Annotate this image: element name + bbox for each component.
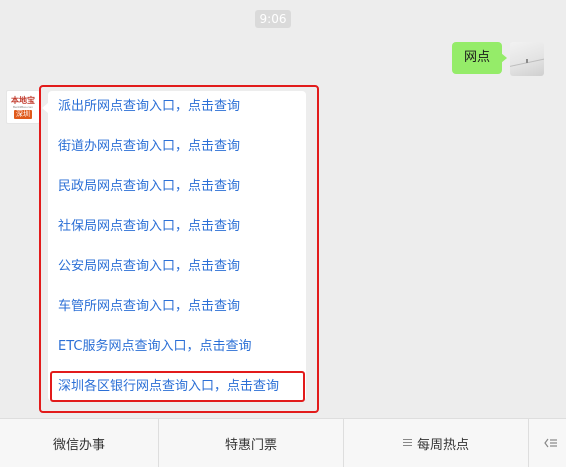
bot-avatar-url: BenDiBao.com bbox=[12, 104, 33, 109]
menu-discount-tickets-label: 特惠门票 bbox=[224, 437, 277, 453]
link-etc-service[interactable]: ETC服务网点查询入口，点击查询 bbox=[58, 338, 251, 356]
menu-wechat-services[interactable]: 微信办事 bbox=[0, 419, 158, 467]
bot-reply-bubble: 派出所网点查询入口，点击查询 街道办网点查询入口，点击查询 民政局网点查询入口，… bbox=[42, 91, 306, 401]
timestamp: 9:06 bbox=[255, 10, 291, 28]
menu-weekly-hot[interactable]: 每周热点 bbox=[344, 419, 528, 467]
user-avatar[interactable] bbox=[510, 42, 544, 76]
menu-weekly-hot-label: 每周热点 bbox=[416, 437, 469, 453]
user-message-bubble: 网点 bbox=[452, 42, 507, 74]
link-shenzhen-banks[interactable]: 深圳各区银行网点查询入口，点击查询 bbox=[58, 378, 279, 396]
bot-avatar-brand: 本地宝 bbox=[11, 95, 35, 105]
keyboard-toggle-icon[interactable] bbox=[536, 419, 566, 467]
link-public-security[interactable]: 公安局网点查询入口，点击查询 bbox=[58, 258, 240, 276]
keyboard-toggle-glyph bbox=[544, 438, 557, 448]
bot-avatar[interactable]: 本地宝 BenDiBao.com 深圳 bbox=[6, 90, 40, 124]
link-social-security[interactable]: 社保局网点查询入口，点击查询 bbox=[58, 218, 240, 236]
bot-avatar-city: 深圳 bbox=[14, 109, 32, 119]
link-civil-affairs[interactable]: 民政局网点查询入口，点击查询 bbox=[58, 178, 240, 196]
menu-divider bbox=[528, 419, 529, 467]
bottom-menu-bar: 微信办事 特惠门票 每周热点 bbox=[0, 418, 566, 467]
menu-discount-tickets[interactable]: 特惠门票 bbox=[159, 419, 343, 467]
link-vehicle-admin[interactable]: 车管所网点查询入口，点击查询 bbox=[58, 298, 240, 316]
menu-wechat-services-label: 微信办事 bbox=[52, 437, 105, 453]
hamburger-icon bbox=[402, 439, 412, 447]
link-subdistrict-office[interactable]: 街道办网点查询入口，点击查询 bbox=[58, 138, 240, 156]
link-police-station[interactable]: 派出所网点查询入口，点击查询 bbox=[58, 98, 240, 116]
